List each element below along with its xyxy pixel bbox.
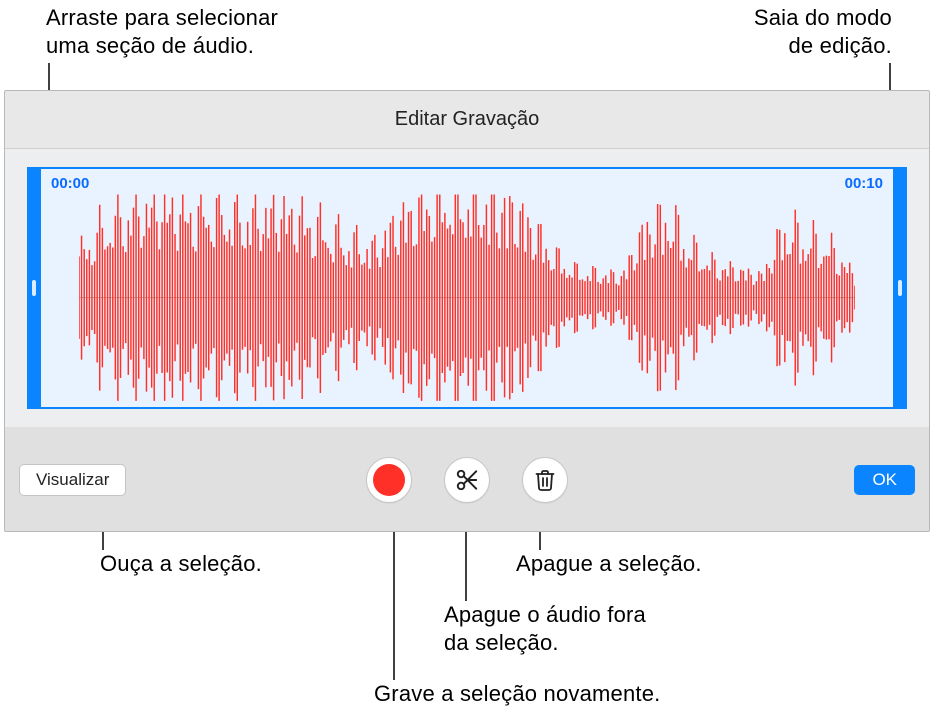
record-button[interactable] [366,457,412,503]
callout-rerecord: Grave a seleção novamente. [374,680,660,708]
delete-button[interactable] [522,457,568,503]
waveform-icon [79,189,855,406]
toolbar: Visualizar [5,427,929,532]
trim-handle-left[interactable] [27,167,41,409]
trim-handle-right[interactable] [893,167,907,409]
waveform-selection: 00:00 00:10 [39,167,895,409]
record-icon [373,464,405,496]
scissors-icon [454,467,480,493]
callout-trim-outside: Apague o áudio fora da seleção. [444,601,646,656]
callout-drag-select: Arraste para selecionar uma seção de áud… [46,4,278,59]
callout-delete-selection: Apague a seleção. [516,550,702,578]
trim-button[interactable] [444,457,490,503]
ok-button[interactable]: OK [854,465,915,495]
waveform-area[interactable]: 00:00 00:10 [5,149,929,427]
preview-button[interactable]: Visualizar [19,464,126,496]
window-title: Editar Gravação [5,91,929,149]
trash-icon [533,468,557,492]
callout-listen: Ouça a seleção. [100,550,262,578]
callout-exit-edit: Saia do modo de edição. [754,4,892,59]
edit-recording-window: Editar Gravação 00:00 00:10 Visualizar [4,90,930,532]
